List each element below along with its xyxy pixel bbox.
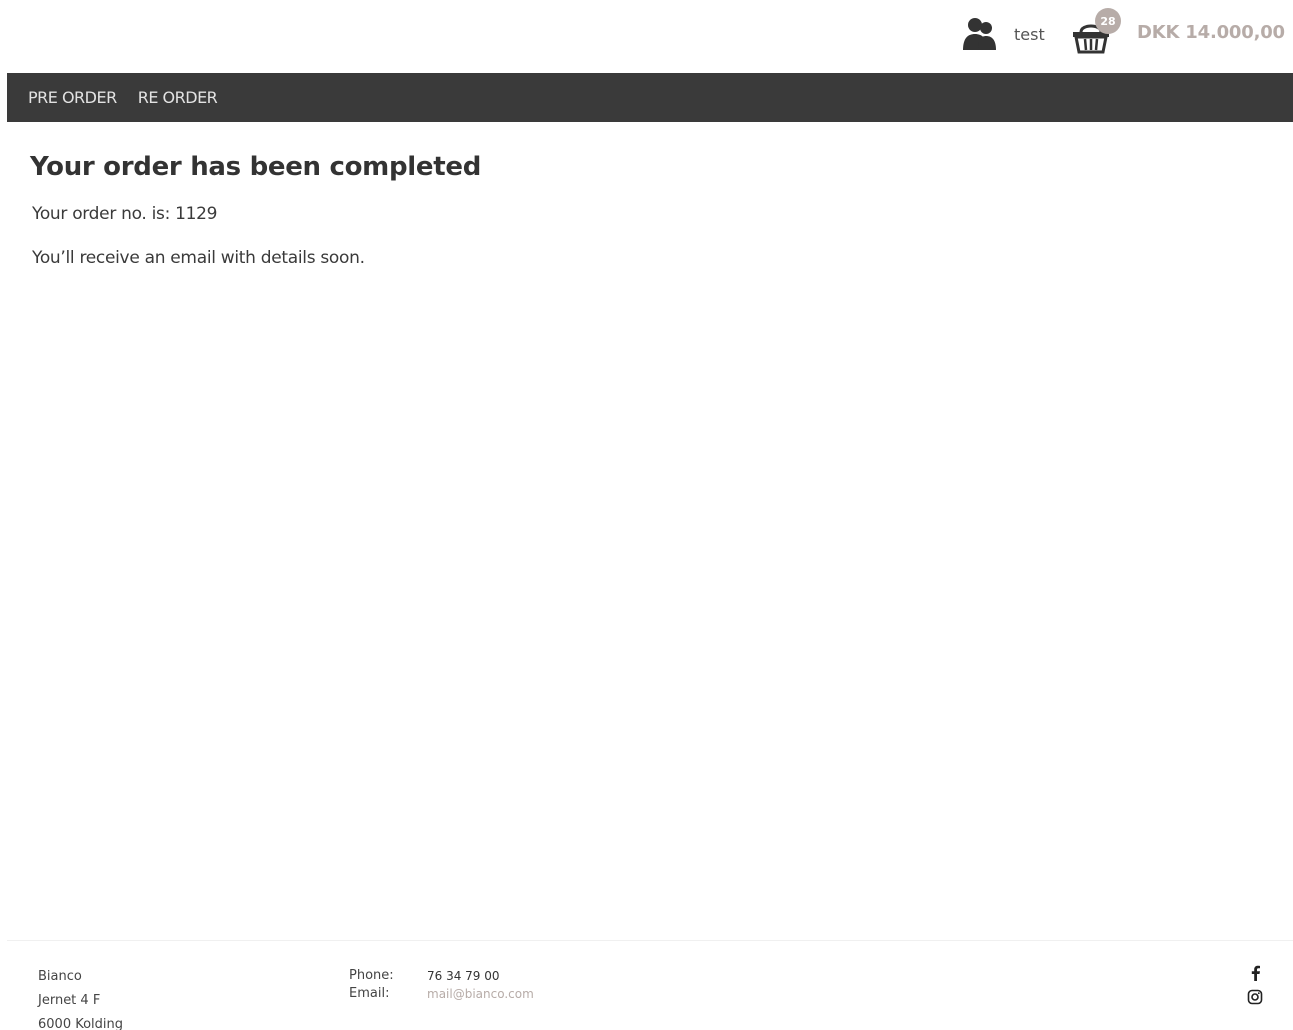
email-link[interactable]: mail@bianco.com — [427, 985, 534, 1003]
top-header: test 28 DKK 14.000,00 — [0, 0, 1293, 73]
footer: Bianco Jernet 4 F 6000 Kolding Phone: 76… — [7, 940, 1293, 1030]
nav-item-re-order[interactable]: RE ORDER — [138, 88, 218, 107]
address-city: 6000 Kolding — [38, 1017, 124, 1030]
facebook-icon[interactable] — [1249, 965, 1261, 981]
cart-count-badge: 28 — [1095, 8, 1121, 34]
company-address: Bianco Jernet 4 F 6000 Kolding — [38, 965, 123, 1030]
social-links — [1245, 965, 1265, 1005]
user-account-link[interactable]: test — [960, 16, 1045, 52]
email-label: Email: — [349, 986, 390, 1001]
order-number-text: Your order no. is: 1129 — [32, 204, 218, 224]
cart-button[interactable]: 28 — [1071, 8, 1131, 56]
nav-item-pre-order[interactable]: PRE ORDER — [28, 88, 117, 107]
main-nav: PRE ORDER RE ORDER — [7, 73, 1293, 122]
page-title: Your order has been completed — [30, 152, 482, 182]
username-label: test — [1014, 24, 1045, 44]
address-street: Jernet 4 F — [38, 993, 101, 1008]
phone-label: Phone: — [349, 968, 394, 983]
email-notice-text: You’ll receive an email with details soo… — [32, 248, 365, 268]
company-name: Bianco — [38, 969, 82, 984]
instagram-icon[interactable] — [1247, 989, 1263, 1005]
phone-value: 76 34 79 00 — [427, 969, 500, 983]
contact-info: Phone: 76 34 79 00 Email: mail@bianco.co… — [349, 967, 534, 1003]
user-silhouette-icon — [963, 18, 996, 50]
order-confirmation: Your order has been completed Your order… — [30, 152, 1230, 268]
cart-total[interactable]: DKK 14.000,00 — [1137, 22, 1285, 43]
